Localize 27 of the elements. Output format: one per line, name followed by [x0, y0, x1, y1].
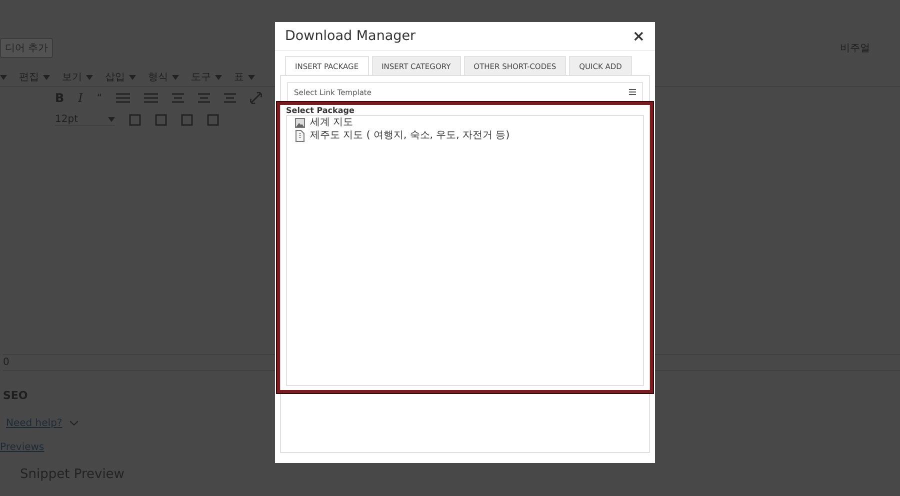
caret-icon: [215, 74, 222, 80]
align-icon: [224, 93, 236, 103]
caret-icon: [172, 74, 179, 80]
image-icon: [295, 118, 305, 128]
list-icon: [116, 93, 130, 103]
dialog-title: Download Manager: [285, 28, 416, 44]
caret-icon: [129, 74, 136, 80]
close-button[interactable]: ×: [632, 27, 645, 45]
toolbar-icon: [181, 114, 193, 126]
caret-icon: [0, 74, 7, 80]
toolbar-icon: [207, 114, 219, 126]
align-icon: [172, 93, 184, 103]
toolbar-icon: [155, 114, 167, 126]
align-icon: [198, 93, 210, 103]
list-icon: [144, 93, 158, 103]
caret-icon: [86, 74, 93, 80]
package-item[interactable]: 세계 지도: [295, 117, 635, 129]
caret-icon: [108, 117, 115, 122]
caret-icon: [43, 74, 50, 80]
chevron-icon: [70, 421, 78, 426]
package-item[interactable]: 제주도 지도 ( 여행지, 숙소, 우도, 자전거 등): [295, 130, 635, 142]
file-icon: [295, 130, 305, 142]
menu-icon: [629, 89, 636, 95]
package-label: Select Package: [286, 106, 356, 115]
caret-icon: [248, 74, 255, 80]
toolbar-icon: [129, 114, 141, 126]
format-button[interactable]: “: [96, 92, 102, 104]
